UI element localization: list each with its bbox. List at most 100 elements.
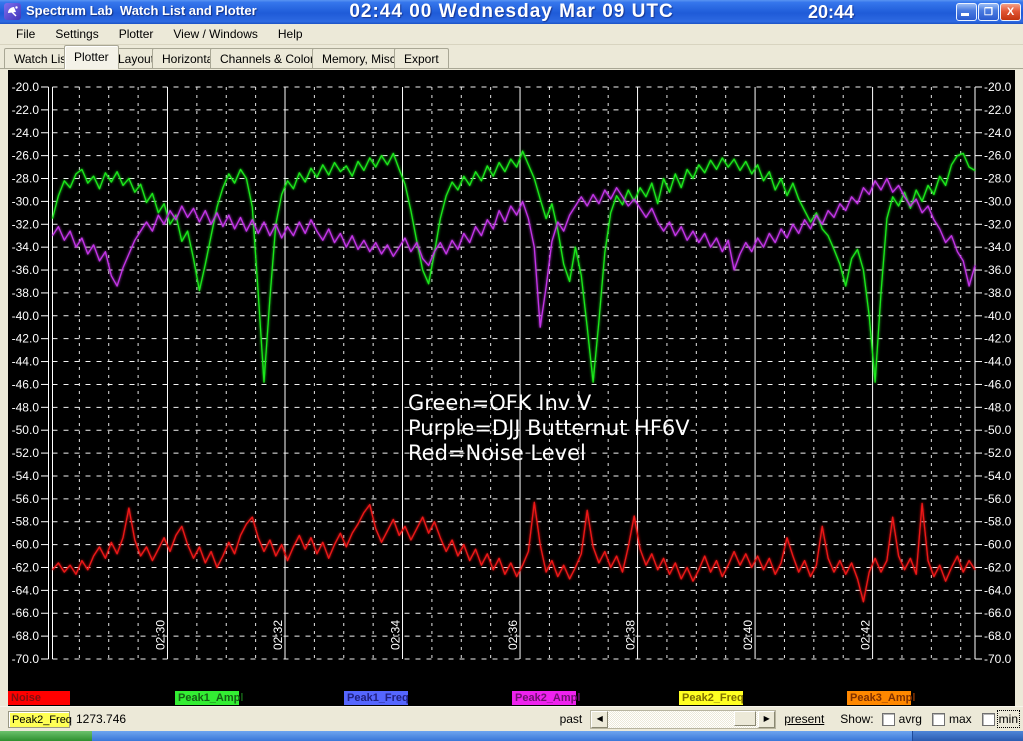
svg-text:-44.0: -44.0: [12, 355, 40, 369]
local-clock: 20:44: [808, 2, 855, 22]
spectrum-lab-window: Spectrum Lab Watch List and Plotter 02:4…: [0, 0, 1023, 741]
legend-chip-peak2_freq[interactable]: Peak2_Freq: [679, 691, 744, 705]
minimize-button[interactable]: [956, 3, 977, 21]
svg-text:-56.0: -56.0: [984, 492, 1012, 506]
svg-text:-48.0: -48.0: [12, 400, 40, 414]
taskbar-strip[interactable]: [0, 731, 1023, 741]
svg-text:-28.0: -28.0: [984, 172, 1012, 186]
plot-annotation-line: Green=OFK Inv V: [408, 391, 592, 415]
title-bar[interactable]: Spectrum Lab Watch List and Plotter 02:4…: [0, 0, 1023, 24]
trace-2: [52, 501, 976, 603]
svg-text:-60.0: -60.0: [984, 538, 1012, 552]
svg-text:-36.0: -36.0: [12, 263, 40, 277]
scroll-left-arrow[interactable]: ◀: [591, 710, 609, 728]
history-scrollbar[interactable]: ◀ ▶: [590, 709, 777, 729]
close-button[interactable]: X: [1000, 3, 1021, 21]
svg-text:-32.0: -32.0: [12, 217, 40, 231]
svg-text:-52.0: -52.0: [12, 446, 40, 460]
svg-text:-38.0: -38.0: [12, 286, 40, 300]
taskbar-item-fragment[interactable]: [912, 731, 1023, 741]
svg-text:-50.0: -50.0: [984, 423, 1012, 437]
avrg-checkbox[interactable]: [881, 712, 895, 726]
svg-text:-64.0: -64.0: [12, 583, 40, 597]
svg-text:02:30: 02:30: [153, 620, 167, 650]
trace-0: [51, 150, 976, 383]
show-option-avrg: avrg: [881, 712, 922, 726]
scroll-right-arrow[interactable]: ▶: [758, 710, 776, 728]
legend-chip-noise[interactable]: Noise: [8, 691, 70, 705]
svg-text:-70.0: -70.0: [984, 652, 1012, 666]
menu-item-help[interactable]: Help: [268, 25, 313, 43]
legend-chip-peak1_ampl[interactable]: Peak1_Ampl: [175, 691, 243, 705]
svg-text:-34.0: -34.0: [984, 240, 1012, 254]
svg-text:-24.0: -24.0: [984, 126, 1012, 140]
plot-annotation-line: Purple=DJJ Butternut HF6V: [408, 416, 690, 440]
svg-text:-32.0: -32.0: [984, 217, 1012, 231]
svg-text:-20.0: -20.0: [12, 80, 40, 94]
svg-text:-46.0: -46.0: [12, 377, 40, 391]
svg-text:-22.0: -22.0: [984, 103, 1012, 117]
plot-canvas[interactable]: -20.0 -20.0 -22.0 -22.0 -24.0 -24.0 -26.0 -26.0…: [8, 70, 1015, 706]
tab-plotter[interactable]: Plotter: [64, 45, 119, 69]
show-label: Show:: [840, 712, 874, 726]
svg-text:02:42: 02:42: [859, 620, 873, 650]
menu-item-file[interactable]: File: [6, 25, 45, 43]
legend-chip-peak1_freq[interactable]: Peak1_Freq: [344, 691, 409, 705]
svg-text:-44.0: -44.0: [984, 355, 1012, 369]
svg-text:02:34: 02:34: [389, 620, 403, 650]
max-checkbox[interactable]: [931, 712, 945, 726]
channel-value: 1273.746: [76, 712, 127, 726]
avrg-checkbox-label: avrg: [898, 712, 922, 726]
present-link[interactable]: present: [784, 712, 824, 726]
svg-text:-56.0: -56.0: [12, 492, 40, 506]
menu-item-plotter[interactable]: Plotter: [109, 25, 164, 43]
svg-text:-24.0: -24.0: [12, 126, 40, 140]
max-checkbox-label: max: [948, 712, 972, 726]
show-option-max: max: [931, 712, 972, 726]
svg-text:-50.0: -50.0: [12, 423, 40, 437]
svg-text:-48.0: -48.0: [984, 400, 1012, 414]
svg-text:02:38: 02:38: [624, 620, 638, 650]
status-bar: Peak2_Freq 1273.746 past ◀ ▶ present Sho…: [0, 706, 1023, 731]
scrollbar-thumb[interactable]: [734, 710, 757, 726]
plot-annotation-line: Red=Noise Level: [408, 441, 586, 465]
svg-text:-34.0: -34.0: [12, 240, 40, 254]
svg-text:-54.0: -54.0: [984, 469, 1012, 483]
svg-text:-70.0: -70.0: [12, 652, 40, 666]
svg-text:-58.0: -58.0: [12, 515, 40, 529]
tab-export[interactable]: Export: [394, 48, 449, 68]
svg-text:-68.0: -68.0: [12, 629, 40, 643]
svg-text:-22.0: -22.0: [12, 103, 40, 117]
past-label: past: [559, 712, 583, 726]
menu-item-settings[interactable]: Settings: [45, 25, 108, 43]
restore-button[interactable]: [978, 3, 999, 21]
svg-text:-26.0: -26.0: [984, 149, 1012, 163]
svg-text:02:36: 02:36: [506, 620, 520, 650]
svg-text:-60.0: -60.0: [12, 538, 40, 552]
menu-bar: File Settings Plotter View / Windows Help: [0, 24, 1023, 45]
legend-chip-peak2_ampl[interactable]: Peak2_Ampl: [512, 691, 580, 705]
app-icon: [4, 3, 21, 20]
plotter-panel[interactable]: -20.0 -20.0 -22.0 -22.0 -24.0 -24.0 -26.0 -26.0…: [8, 70, 1015, 706]
svg-text:-52.0: -52.0: [984, 446, 1012, 460]
svg-text:-20.0: -20.0: [984, 80, 1012, 94]
show-checkbox-row: avrg max min: [881, 710, 1021, 728]
svg-text:-38.0: -38.0: [984, 286, 1012, 300]
min-checkbox[interactable]: [981, 712, 995, 726]
svg-text:02:32: 02:32: [271, 620, 285, 650]
svg-text:-36.0: -36.0: [984, 263, 1012, 277]
legend-chip-peak3_ampl[interactable]: Peak3_Ampl: [847, 691, 915, 705]
scrollbar-track[interactable]: [608, 710, 758, 728]
selected-channel-chip[interactable]: Peak2_Freq: [8, 710, 72, 728]
svg-text:-40.0: -40.0: [12, 309, 40, 323]
start-button-fragment[interactable]: [0, 731, 92, 741]
menu-item-view-windows[interactable]: View / Windows: [163, 25, 267, 43]
show-option-min: min: [981, 710, 1021, 728]
min-checkbox-label: min: [996, 710, 1021, 728]
svg-text:-62.0: -62.0: [12, 560, 40, 574]
history-controls: past ◀ ▶ present Show: avrg max min: [559, 709, 1023, 729]
svg-text:-54.0: -54.0: [12, 469, 40, 483]
trace-1: [51, 177, 976, 328]
svg-text:02:40: 02:40: [741, 620, 755, 650]
svg-text:-42.0: -42.0: [984, 332, 1012, 346]
